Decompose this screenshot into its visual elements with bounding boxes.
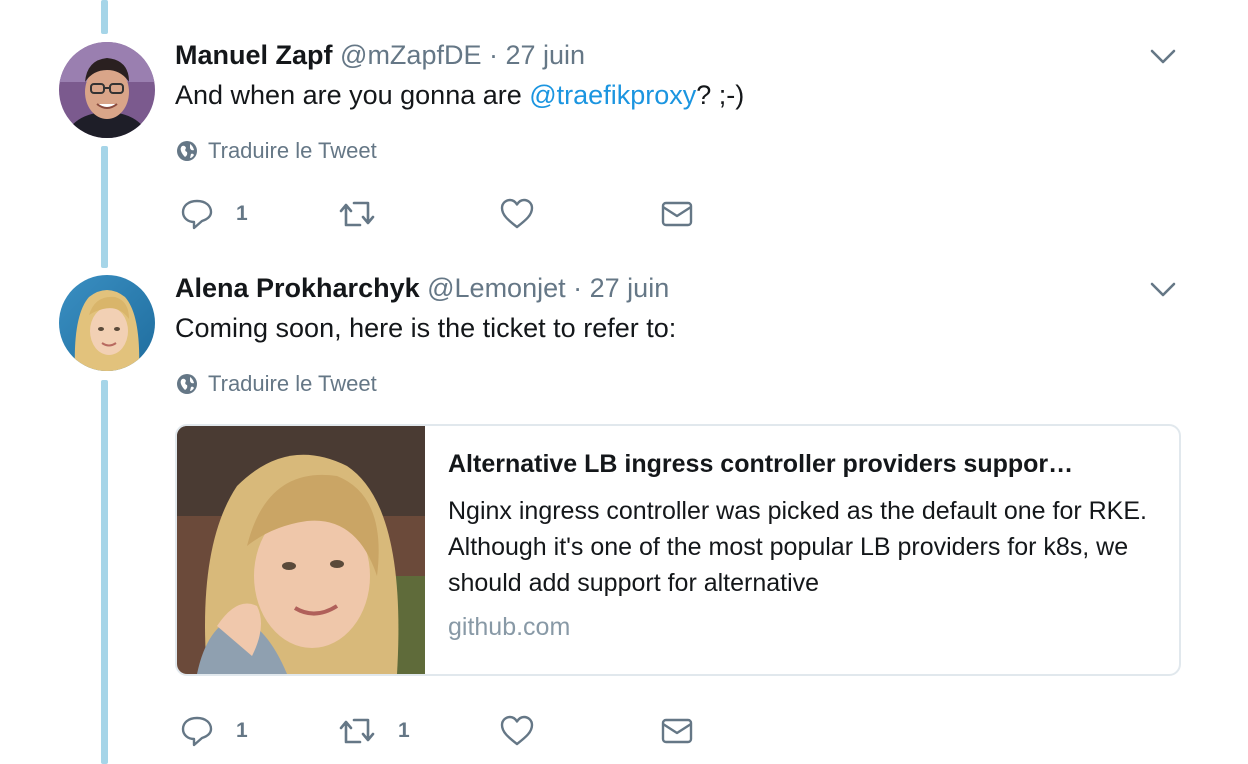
reply-icon — [181, 716, 213, 747]
tweet-actions: 1 1 — [0, 711, 1248, 751]
separator-dot: · — [573, 273, 583, 303]
translate-tweet-link[interactable]: Traduire le Tweet — [176, 371, 377, 397]
globe-icon — [177, 374, 197, 394]
translate-tweet-link[interactable]: Traduire le Tweet — [176, 138, 377, 164]
thread-line-top — [101, 0, 108, 34]
envelope-icon — [661, 201, 693, 227]
tweet-text: And when are you gonna are @traefikproxy… — [175, 80, 744, 111]
retweet-button[interactable] — [338, 194, 398, 234]
card-title[interactable]: Alternative LB ingress controller provid… — [448, 450, 1158, 479]
tweet-text-part: And when are you gonna are — [175, 80, 530, 110]
retweet-icon — [339, 201, 375, 227]
tweet-date[interactable]: 27 juin — [590, 273, 670, 303]
envelope-icon — [661, 718, 693, 744]
reply-button[interactable]: 1 — [180, 194, 248, 234]
tweet-text-part: ? ;-) — [696, 80, 745, 110]
separator-dot: · — [488, 40, 498, 70]
direct-message-button[interactable] — [660, 711, 694, 751]
like-button[interactable] — [500, 711, 534, 751]
tweet-date[interactable]: 27 juin — [506, 40, 586, 70]
avatar[interactable] — [59, 275, 155, 371]
author-name[interactable]: Manuel Zapf — [175, 40, 333, 70]
translate-label: Traduire le Tweet — [208, 138, 377, 163]
tweet-text: Coming soon, here is the ticket to refer… — [175, 313, 677, 343]
tweet-actions: 1 — [0, 194, 1248, 234]
thread-line-bottom — [101, 380, 108, 764]
author-name[interactable]: Alena Prokharchyk — [175, 273, 420, 303]
translate-label: Traduire le Tweet — [208, 371, 377, 396]
retweet-icon — [339, 718, 375, 744]
heart-icon — [500, 715, 534, 746]
globe-icon — [177, 141, 197, 161]
retweet-button[interactable]: 1 — [338, 711, 410, 751]
tweet-header: Manuel Zapf @mZapfDE · 27 juin — [175, 40, 585, 71]
reply-count: 1 — [236, 719, 248, 742]
reply-icon — [181, 199, 213, 230]
like-button[interactable] — [500, 194, 534, 234]
reply-button[interactable]: 1 — [180, 711, 248, 751]
link-preview-card[interactable]: Alternative LB ingress controller provid… — [175, 424, 1181, 676]
retweet-count: 1 — [398, 719, 410, 742]
card-body: Alternative LB ingress controller provid… — [448, 450, 1158, 642]
chevron-down-icon[interactable] — [1148, 277, 1178, 301]
tweet-header: Alena Prokharchyk @Lemonjet · 27 juin — [175, 273, 669, 304]
card-description: Nginx ingress controller was picked as t… — [448, 497, 1147, 597]
card-thumbnail — [177, 426, 425, 674]
chevron-down-icon[interactable] — [1148, 44, 1178, 68]
mention-link[interactable]: @traefikproxy — [529, 80, 696, 110]
author-handle[interactable]: @Lemonjet — [427, 273, 565, 303]
reply-count: 1 — [236, 202, 248, 225]
heart-icon — [500, 198, 534, 229]
direct-message-button[interactable] — [660, 194, 694, 234]
author-handle[interactable]: @mZapfDE — [340, 40, 481, 70]
card-domain: github.com — [448, 613, 571, 641]
avatar[interactable] — [59, 42, 155, 138]
